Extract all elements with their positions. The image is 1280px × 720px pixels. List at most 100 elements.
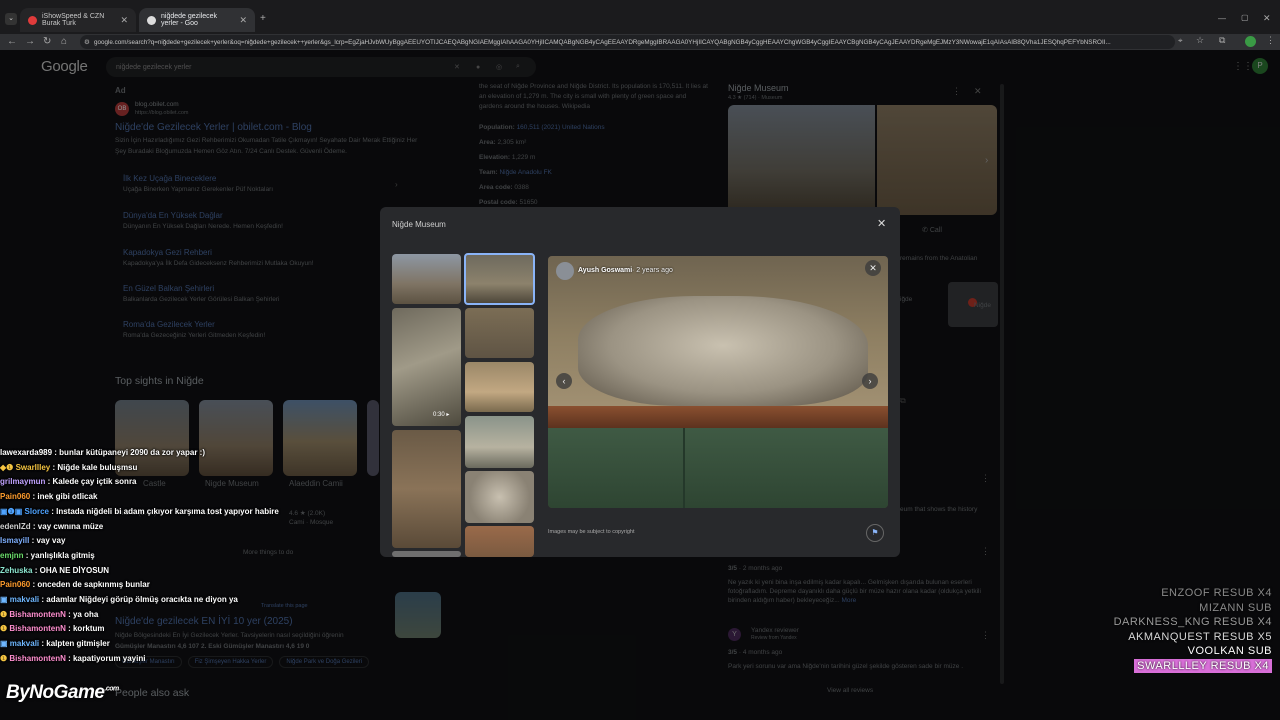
chat-username: BishamontenN (9, 624, 66, 634)
profile-avatar[interactable] (1245, 36, 1256, 47)
photo-thumbnail[interactable] (392, 551, 461, 557)
chat-text: : ya oha (68, 609, 99, 619)
stream-chat: lawexarda989 : bunlar kütüpaneyi 2090 da… (0, 446, 300, 667)
chat-message: Pain060 : inek gibi otlicak (0, 490, 300, 505)
chat-message: ❶ BishamontenN : ya oha (0, 609, 99, 619)
chat-username: makvali (9, 639, 40, 649)
chat-username: makvali (9, 595, 40, 605)
chat-text: : onceden de sapkınmış bunlar (32, 580, 150, 590)
photo-thumbnail-selected[interactable] (464, 253, 535, 305)
photo-thumbnail[interactable] (465, 471, 534, 523)
chat-text: : Niğde kale buluşmsu (52, 462, 138, 472)
photo-thumbnail[interactable] (392, 254, 461, 304)
mummy-figure (578, 296, 868, 406)
window-close-icon[interactable]: ✕ (1263, 13, 1271, 24)
address-bar[interactable]: ⚙ google.com/search?q=niğdede+gezilecek+… (80, 35, 1175, 49)
menu-dots-icon[interactable]: ⋮ (1266, 35, 1275, 46)
photo-time: · 2 years ago (632, 267, 673, 274)
chat-username: BishamontenN (9, 653, 66, 663)
chat-message: ▣ makvali : kalpten gitmişler (0, 639, 110, 649)
photo-close-icon[interactable]: ✕ (865, 260, 881, 276)
chat-message: Zehuska : OHA NE DİYOSUN (0, 564, 300, 579)
photo-thumbnail[interactable] (465, 308, 534, 358)
report-flag-icon[interactable]: ⚑ (866, 524, 884, 542)
chat-username: Slorce (24, 506, 49, 516)
tab-close-icon[interactable]: ✕ (239, 15, 247, 26)
chat-text: : kalpten gitmişler (41, 639, 110, 649)
chat-username: BishamontenN (9, 609, 66, 619)
back-icon[interactable]: ← (7, 36, 17, 48)
author-avatar[interactable] (556, 262, 574, 280)
chat-text: : bunlar kütüpaneyi 2090 da zor yapar :) (54, 448, 205, 457)
chat-username: Swarllley (15, 462, 51, 472)
chat-message: ▣❶▣ Slorce : Instada niğdeli bi adam çık… (0, 506, 279, 516)
chat-message: lawexarda989 : bunlar kütüpaneyi 2090 da… (0, 446, 300, 461)
photo-thumbnail[interactable] (392, 430, 461, 548)
photo-thumbnail[interactable] (465, 416, 534, 468)
photo-author[interactable]: Ayush Goswami (578, 267, 632, 274)
chat-message: grilmaymun : Kalede çay içtik sonra (0, 475, 300, 490)
tab-title: iShowSpeed & CZN Burak Turk (42, 13, 105, 27)
copyright-notice: Images may be subject to copyright (548, 529, 635, 535)
main-photo[interactable] (548, 256, 888, 508)
chat-message: ❶ BishamontenN : korktum (0, 624, 105, 634)
chat-text: : vay vay (31, 536, 66, 546)
bookmark-star-icon[interactable]: ☆ (1196, 35, 1204, 46)
chat-message: Ismayill : vay vay (0, 534, 300, 549)
tab-title: niğdede gezilecek yerler - Goo (161, 13, 218, 27)
chat-text: : vay cwnına müze (32, 521, 104, 531)
photo-next-icon[interactable]: › (862, 373, 878, 389)
photo-prev-icon[interactable]: ‹ (556, 373, 572, 389)
tab-close-icon[interactable]: ✕ (120, 15, 128, 26)
url-text: google.com/search?q=niğdede+gezilecek+ye… (94, 38, 1111, 46)
extensions-icon[interactable]: ⧉ (1219, 35, 1225, 46)
tab-google-search[interactable]: niğdede gezilecek yerler - Goo ✕ (139, 8, 255, 32)
site-info-icon[interactable]: ⚙ (84, 39, 90, 46)
sub-alert-list: ENZOOF RESUB X4 MIZANN SUB DARKNESS_KNG … (1114, 586, 1272, 673)
youtube-favicon-icon (28, 15, 37, 25)
location-icon[interactable]: ⌖ (1178, 36, 1183, 46)
chat-message: ▣ makvali : adamlar Niğdeyi görüp ölmüş … (0, 595, 238, 605)
new-tab-button[interactable]: + (260, 13, 266, 24)
chat-text: : kapatiyorum yayini (68, 653, 146, 663)
chat-username: Pain060 (0, 580, 31, 590)
chat-message: ◆❶ Swarllley : Niğde kale buluşmsu (0, 462, 138, 472)
chat-text: : Kalede çay içtik sonra (47, 477, 137, 487)
chat-text: : adamlar Niğdeyi görüp ölmüş oracıkta n… (41, 595, 238, 605)
tab-youtube[interactable]: iShowSpeed & CZN Burak Turk ✕ (20, 8, 136, 32)
modal-title: Niğde Museum (392, 220, 446, 229)
chat-username: Pain060 (0, 492, 31, 502)
forward-icon[interactable]: → (25, 36, 35, 48)
sub-alert: DARKNESS_KNG RESUB X4 (1113, 616, 1272, 628)
chat-username: Zehuska (0, 565, 33, 575)
modal-close-icon[interactable]: ✕ (877, 217, 886, 230)
chat-message: emjnn : yanlışlıkla gitmiş (0, 549, 300, 564)
chat-text: : yanlışlıkla gitmiş (25, 550, 95, 560)
maximize-icon[interactable]: ▢ (1241, 13, 1249, 22)
sub-alert: ENZOOF RESUB X4 (1161, 587, 1272, 599)
chat-text: : korktum (68, 624, 105, 634)
home-icon[interactable]: ⌂ (61, 36, 67, 48)
chat-username: emjnn (0, 550, 24, 560)
chat-username: edenIZd (0, 521, 31, 531)
sub-alert: AKMANQUEST RESUB X5 (1128, 630, 1272, 643)
chat-username: lawexarda989 (0, 448, 53, 457)
photo-thumbnail[interactable] (465, 526, 534, 557)
chat-message: Pain060 : onceden de sapkınmış bunlar (0, 578, 300, 593)
video-duration: 0:30 ▸ (433, 412, 450, 418)
video-thumbnail[interactable]: 0:30 ▸ (392, 308, 461, 426)
chat-text: : Instada niğdeli bi adam çıkıyor karşım… (51, 506, 279, 516)
tab-search-button[interactable]: ⌄ (5, 13, 17, 25)
overlay-logo: ByNoGame.com (6, 682, 119, 703)
google-favicon-icon (147, 15, 156, 25)
sub-alert: MIZANN SUB (1199, 601, 1272, 614)
chat-username: grilmaymun (0, 477, 46, 487)
chat-text: : inek gibi otlicak (32, 492, 98, 502)
photo-thumbnail[interactable] (465, 362, 534, 412)
sub-alert-highlighted: SWARLLLEY RESUB X4 (1134, 658, 1272, 673)
reload-icon[interactable]: ↻ (43, 36, 51, 48)
chat-message: ❶ BishamontenN : kapatiyorum yayini (0, 653, 146, 663)
chat-text: : OHA NE DİYOSUN (34, 565, 110, 575)
chat-message: edenIZd : vay cwnına müze (0, 520, 300, 535)
minimize-icon[interactable]: — (1218, 14, 1226, 23)
